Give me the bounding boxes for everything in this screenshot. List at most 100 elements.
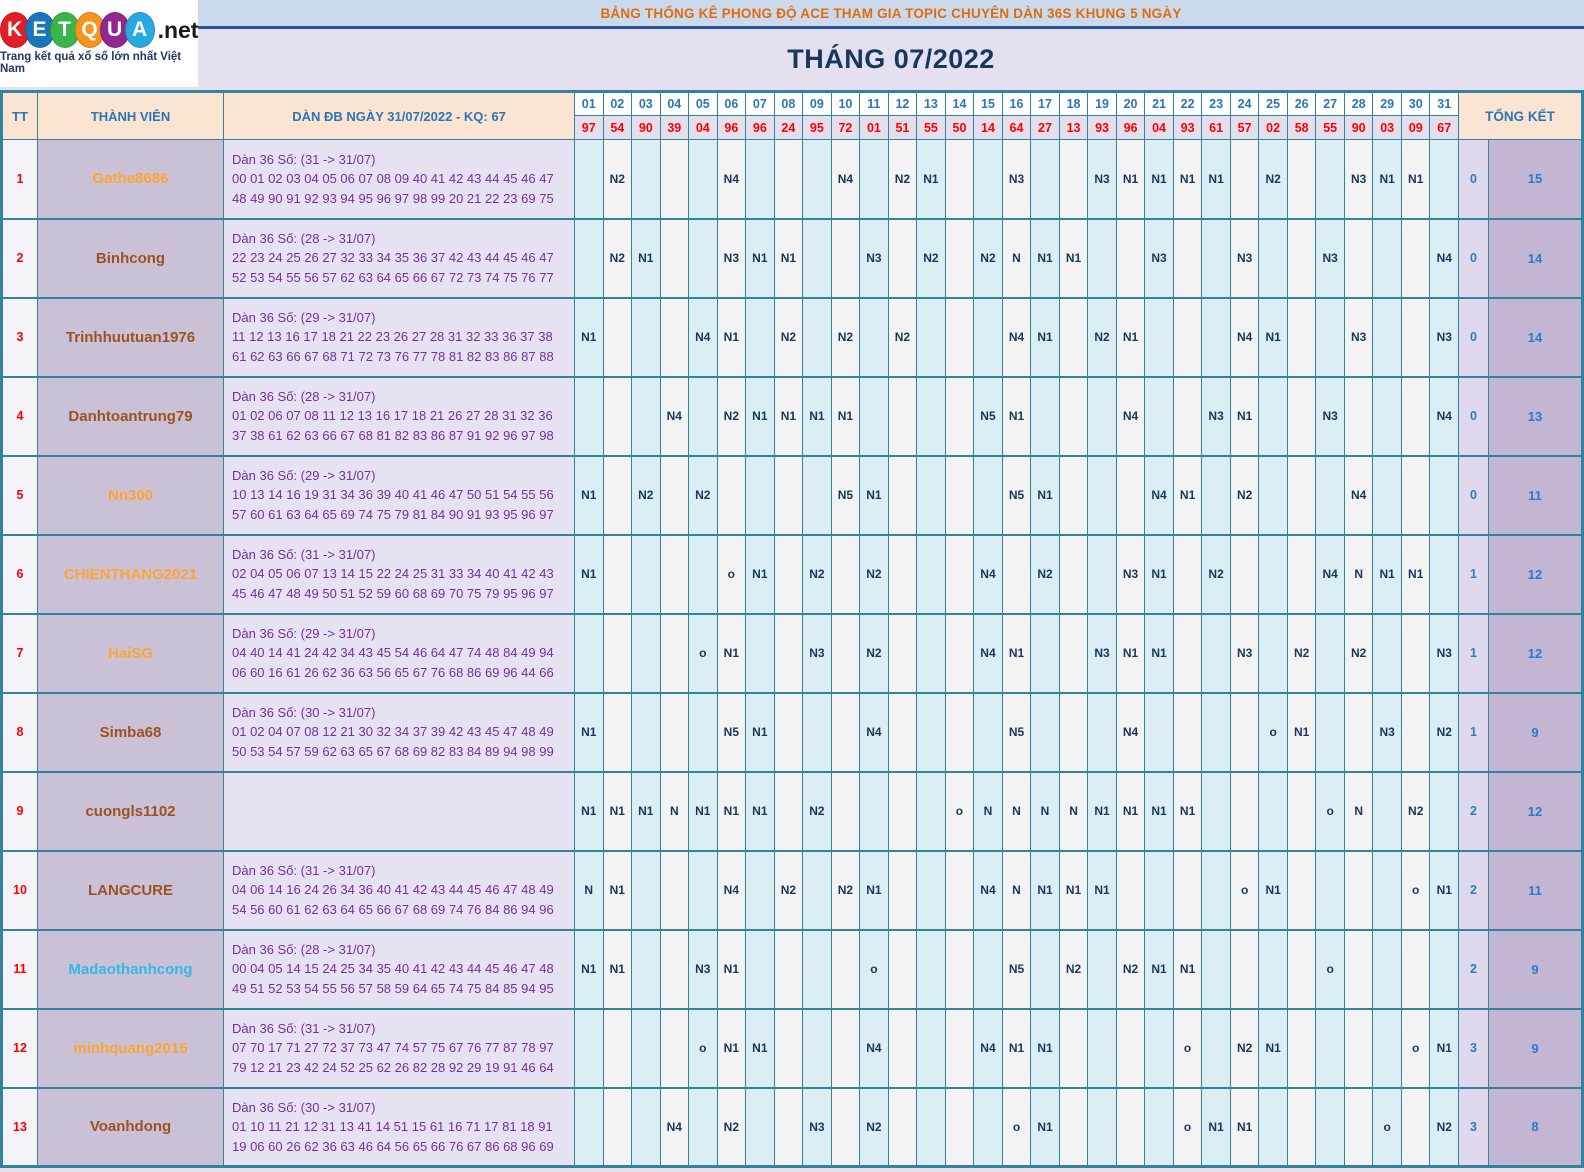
day-header-cell: 19 bbox=[1087, 91, 1117, 116]
day-cell: N3 bbox=[1315, 218, 1345, 298]
result-header-cell: 93 bbox=[1087, 115, 1117, 140]
day-cell: N4 bbox=[973, 850, 1003, 930]
day-header-cell: 22 bbox=[1172, 91, 1203, 116]
table-header: TT THÀNH VIÊN DÀN ĐB NGÀY 31/07/2022 - KQ:… bbox=[1, 91, 1583, 140]
day-cell bbox=[659, 929, 690, 1009]
day-cell bbox=[1372, 455, 1402, 535]
day-cell bbox=[631, 613, 661, 693]
day-cell bbox=[688, 218, 718, 298]
day-cell: N bbox=[1030, 771, 1060, 851]
day-cell: N1 bbox=[745, 376, 775, 456]
day-cell: N4 bbox=[830, 139, 861, 219]
day-cell bbox=[1315, 692, 1345, 772]
day-cell bbox=[1030, 139, 1060, 219]
day-cell: N1 bbox=[1144, 929, 1174, 1009]
dan-numbers: 11 12 13 16 17 18 21 22 23 26 27 28 31 3… bbox=[232, 329, 554, 364]
day-cell bbox=[973, 139, 1003, 219]
day-cell bbox=[574, 1087, 604, 1167]
day-header-cell: 27 bbox=[1315, 91, 1345, 116]
day-cell: N2 bbox=[1058, 929, 1089, 1009]
day-cell bbox=[944, 1087, 975, 1167]
day-cell bbox=[773, 1087, 804, 1167]
day-cell bbox=[1258, 1087, 1288, 1167]
day-cell bbox=[830, 613, 861, 693]
day-cell: N1 bbox=[716, 771, 747, 851]
day-cell bbox=[1286, 218, 1317, 298]
day-cell bbox=[1115, 850, 1146, 930]
day-cell: N3 bbox=[859, 218, 889, 298]
day-cell: N1 bbox=[773, 218, 804, 298]
day-cell bbox=[1058, 297, 1089, 377]
day-cell: N2 bbox=[631, 455, 661, 535]
day-cell bbox=[859, 376, 889, 456]
logo-letter: A bbox=[124, 12, 155, 48]
member-rank: 5 bbox=[1, 455, 38, 535]
day-cell bbox=[973, 455, 1003, 535]
day-cell bbox=[973, 929, 1003, 1009]
day-cell: N1 bbox=[1172, 139, 1203, 219]
day-cell bbox=[1372, 297, 1402, 377]
day-cell: N4 bbox=[716, 139, 747, 219]
day-cell bbox=[887, 455, 918, 535]
day-cell: N1 bbox=[1030, 850, 1060, 930]
day-cell: N4 bbox=[1144, 455, 1174, 535]
result-header-cell: 64 bbox=[1001, 115, 1032, 140]
day-cell bbox=[1372, 218, 1402, 298]
total-hit-cell: 9 bbox=[1488, 1008, 1583, 1088]
total-hit-cell: 12 bbox=[1488, 771, 1583, 851]
result-header-cell: 97 bbox=[574, 115, 604, 140]
day-cell bbox=[773, 1008, 804, 1088]
result-header-cell: 24 bbox=[773, 115, 804, 140]
day-cell bbox=[631, 297, 661, 377]
day-header-cell: 01 bbox=[574, 91, 604, 116]
day-cell bbox=[659, 297, 690, 377]
day-header-cell: 11 bbox=[859, 91, 889, 116]
day-cell: N4 bbox=[973, 1008, 1003, 1088]
day-cell bbox=[916, 376, 946, 456]
day-cell: N1 bbox=[1144, 534, 1174, 614]
day-cell: o bbox=[1400, 1008, 1431, 1088]
day-header-cell: 05 bbox=[688, 91, 718, 116]
day-cell bbox=[1400, 455, 1431, 535]
day-cell bbox=[830, 929, 861, 1009]
result-header-cell: 51 bbox=[887, 115, 918, 140]
day-cell bbox=[1286, 297, 1317, 377]
day-cell bbox=[688, 376, 718, 456]
day-cell: N bbox=[1001, 218, 1032, 298]
day-cell: o bbox=[1172, 1087, 1203, 1167]
dan-title: Dàn 36 Số: (28 -> 31/07) bbox=[232, 230, 376, 246]
day-cell: N4 bbox=[1001, 297, 1032, 377]
day-cell bbox=[1315, 613, 1345, 693]
day-cell bbox=[1058, 534, 1089, 614]
day-cell bbox=[1286, 1087, 1317, 1167]
day-cell bbox=[602, 613, 633, 693]
day-cell: o bbox=[1372, 1087, 1402, 1167]
day-header-cell: 03 bbox=[631, 91, 661, 116]
day-cell: N1 bbox=[574, 297, 604, 377]
day-cell bbox=[916, 771, 946, 851]
day-cell: N1 bbox=[1144, 613, 1174, 693]
member-name: Nn300 bbox=[37, 455, 224, 535]
total-miss-cell: 0 bbox=[1458, 376, 1489, 456]
result-header-cell: 04 bbox=[1144, 115, 1174, 140]
day-cell bbox=[1087, 534, 1117, 614]
day-cell: N1 bbox=[745, 771, 775, 851]
day-cell: N4 bbox=[688, 297, 718, 377]
total-hit-cell: 11 bbox=[1488, 455, 1583, 535]
total-hit-cell: 9 bbox=[1488, 929, 1583, 1009]
total-miss-cell: 3 bbox=[1458, 1087, 1489, 1167]
day-cell: N3 bbox=[1343, 297, 1374, 377]
day-cell: N4 bbox=[1115, 376, 1146, 456]
day-cell bbox=[1372, 613, 1402, 693]
total-hit-cell: 13 bbox=[1488, 376, 1583, 456]
member-row: 1 Gathe8686 Dàn 36 Số: (31 -> 31/07) 00 01 … bbox=[1, 139, 1583, 219]
day-cell bbox=[1258, 376, 1288, 456]
day-cell bbox=[944, 139, 975, 219]
day-cell bbox=[802, 692, 832, 772]
day-cell bbox=[1400, 1087, 1431, 1167]
day-cell: N4 bbox=[859, 692, 889, 772]
day-cell: N3 bbox=[1315, 376, 1345, 456]
day-cell bbox=[1087, 692, 1117, 772]
ketqua-logo[interactable]: KETQUA .net Trang kết quả xổ số lớn nhất… bbox=[0, 0, 198, 87]
day-cell bbox=[1030, 929, 1060, 1009]
